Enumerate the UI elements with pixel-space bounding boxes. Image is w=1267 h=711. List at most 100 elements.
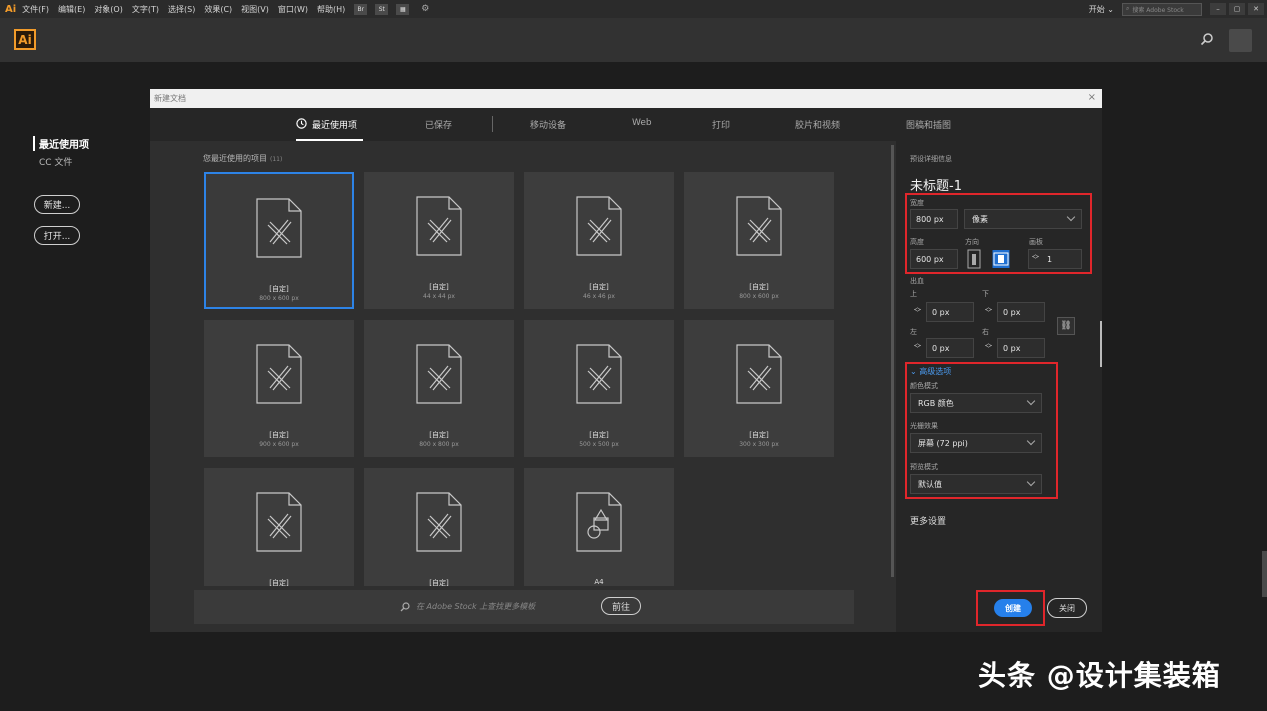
portrait-orientation-icon[interactable] — [965, 249, 983, 269]
preset-tile[interactable]: [自定] 900 x 600 px — [204, 320, 354, 457]
new-button[interactable]: 新建... — [34, 195, 80, 214]
tab-mobile[interactable]: 移动设备 — [530, 118, 566, 131]
side-panel-handle[interactable] — [1262, 551, 1267, 597]
preset-name: [自定] — [749, 431, 769, 439]
bleed-top-input[interactable]: 0 px — [926, 302, 974, 322]
custom-doc-icon — [736, 344, 782, 404]
preview-mode-value: 默认值 — [918, 479, 942, 489]
menu-bar: Ai 文件(F) 编辑(E) 对象(O) 文字(T) 选择(S) 效果(C) 视… — [0, 0, 1267, 18]
artboards-value: 1 — [1047, 254, 1053, 264]
preset-tabs: 最近使用项 已保存 移动设备 Web 打印 胶片和视频 图稿和插图 — [150, 108, 1102, 141]
tab-film-video[interactable]: 胶片和视频 — [795, 118, 840, 131]
raster-effects-value: 屏幕 (72 ppi) — [918, 438, 968, 448]
bleed-left-label: 左 — [910, 328, 917, 336]
presets-scrollbar[interactable] — [891, 145, 894, 577]
width-input[interactable]: 800 px — [910, 209, 958, 229]
menu-select[interactable]: 选择(S) — [168, 4, 195, 15]
search-icon — [400, 602, 410, 612]
arrange-button[interactable]: ▦ — [396, 3, 410, 15]
preset-name: A4 — [594, 578, 604, 586]
artboards-stepper-icon[interactable]: ︿ ﹀ — [1032, 251, 1039, 264]
preset-tile[interactable]: [自定] 800 x 600 px — [204, 172, 354, 309]
watermark-text: 头条 @设计集装箱 — [978, 659, 1221, 692]
menu-file[interactable]: 文件(F) — [22, 4, 49, 15]
preset-tile[interactable]: [自定] 300 x 300 px — [684, 320, 834, 457]
tab-saved[interactable]: 已保存 — [425, 118, 452, 131]
workspace-switcher[interactable]: 开始 ⌄ — [1089, 4, 1114, 15]
link-icon[interactable]: ⛓ — [1057, 317, 1075, 335]
bleed-right-input[interactable]: 0 px — [997, 338, 1045, 358]
bleed-left-input[interactable]: 0 px — [926, 338, 974, 358]
preview-mode-select[interactable]: 默认值 — [910, 474, 1042, 494]
app-window: Ai 文件(F) 编辑(E) 对象(O) 文字(T) 选择(S) 效果(C) 视… — [0, 0, 1267, 711]
stock-search-input[interactable]: ⌕ 搜索 Adobe Stock — [1122, 2, 1202, 16]
bleed-label: 出血 — [910, 277, 924, 285]
unit-select[interactable]: 像素 — [964, 209, 1082, 229]
search-icon[interactable] — [1200, 32, 1214, 46]
preset-tile[interactable]: [自定] — [204, 468, 354, 586]
custom-doc-icon — [256, 492, 302, 552]
bleed-right-stepper-icon[interactable]: ︿ ﹀ — [985, 340, 992, 353]
preset-tile[interactable]: [自定] 46 x 46 px — [524, 172, 674, 309]
menu-edit[interactable]: 编辑(E) — [58, 4, 85, 15]
advanced-options-toggle[interactable]: ⌄ 高级选项 — [910, 366, 951, 377]
stock-go-button[interactable]: 前往 — [601, 597, 641, 615]
preset-tile[interactable]: [自定] 500 x 500 px — [524, 320, 674, 457]
color-mode-select[interactable]: RGB 颜色 — [910, 393, 1042, 413]
open-button[interactable]: 打开... — [34, 226, 80, 245]
bridge-button[interactable]: Br — [354, 3, 368, 15]
nav-recent[interactable]: 最近使用项 — [33, 136, 89, 151]
menu-object[interactable]: 对象(O) — [94, 4, 123, 15]
width-label: 宽度 — [910, 199, 924, 207]
tab-recent[interactable]: 最近使用项 — [312, 118, 357, 131]
nav-cc-files[interactable]: CC 文件 — [33, 155, 89, 168]
menu-window[interactable]: 窗口(W) — [278, 4, 308, 15]
custom-doc-icon — [416, 196, 462, 256]
height-input[interactable]: 600 px — [910, 249, 958, 269]
tab-web[interactable]: Web — [632, 118, 652, 128]
illustrator-logo: Ai — [14, 29, 36, 50]
tab-art-illustration[interactable]: 图稿和插图 — [906, 118, 951, 131]
close-window-button[interactable]: ✕ — [1248, 3, 1264, 15]
user-avatar[interactable] — [1229, 29, 1252, 52]
more-settings-link[interactable]: 更多设置 — [910, 514, 946, 527]
custom-doc-icon — [416, 344, 462, 404]
preset-size: 800 x 800 px — [419, 441, 459, 448]
preset-size: 44 x 44 px — [423, 293, 455, 300]
menu-type[interactable]: 文字(T) — [132, 4, 159, 15]
menu-effect[interactable]: 效果(C) — [204, 4, 232, 15]
tab-separator — [492, 116, 493, 132]
close-icon[interactable]: × — [1088, 92, 1096, 103]
preset-tile[interactable]: [自定] 800 x 600 px — [684, 172, 834, 309]
artboards-label: 画板 — [1029, 238, 1043, 246]
menu-view[interactable]: 视图(V) — [241, 4, 269, 15]
gpu-icon[interactable]: ⚙ — [421, 4, 429, 14]
menu-help[interactable]: 帮助(H) — [317, 4, 345, 15]
chevron-down-icon — [1026, 477, 1036, 487]
preset-tile[interactable]: [自定] 44 x 44 px — [364, 172, 514, 309]
bleed-bottom-stepper-icon[interactable]: ︿ ﹀ — [985, 304, 992, 317]
landscape-orientation-icon[interactable] — [992, 249, 1010, 269]
stock-button[interactable]: St — [375, 3, 389, 15]
preset-tile[interactable]: [自定] 800 x 800 px — [364, 320, 514, 457]
advanced-options-label: 高级选项 — [919, 367, 952, 376]
tab-print[interactable]: 打印 — [712, 118, 730, 131]
details-scrollbar[interactable] — [1100, 321, 1102, 367]
custom-doc-icon — [416, 492, 462, 552]
preset-tile[interactable]: [自定] — [364, 468, 514, 586]
recent-items-label: 您最近使用的项目 (11) — [203, 153, 282, 164]
preset-size: 46 x 46 px — [583, 293, 615, 300]
preset-tile[interactable]: A4 — [524, 468, 674, 586]
raster-effects-select[interactable]: 屏幕 (72 ppi) — [910, 433, 1042, 453]
create-button[interactable]: 创建 — [994, 599, 1032, 617]
minimize-button[interactable]: – — [1210, 3, 1226, 15]
document-name[interactable]: 未标题-1 — [910, 175, 962, 194]
close-button[interactable]: 关闭 — [1047, 598, 1087, 618]
bleed-left-stepper-icon[interactable]: ︿ ﹀ — [914, 340, 921, 353]
bleed-top-stepper-icon[interactable]: ︿ ﹀ — [914, 304, 921, 317]
stock-search-placeholder: 搜索 Adobe Stock — [1132, 6, 1184, 14]
recent-items-text: 您最近使用的项目 — [203, 154, 267, 163]
maximize-button[interactable]: ▢ — [1229, 3, 1245, 15]
bleed-bottom-input[interactable]: 0 px — [997, 302, 1045, 322]
chevron-down-icon — [1026, 436, 1036, 446]
